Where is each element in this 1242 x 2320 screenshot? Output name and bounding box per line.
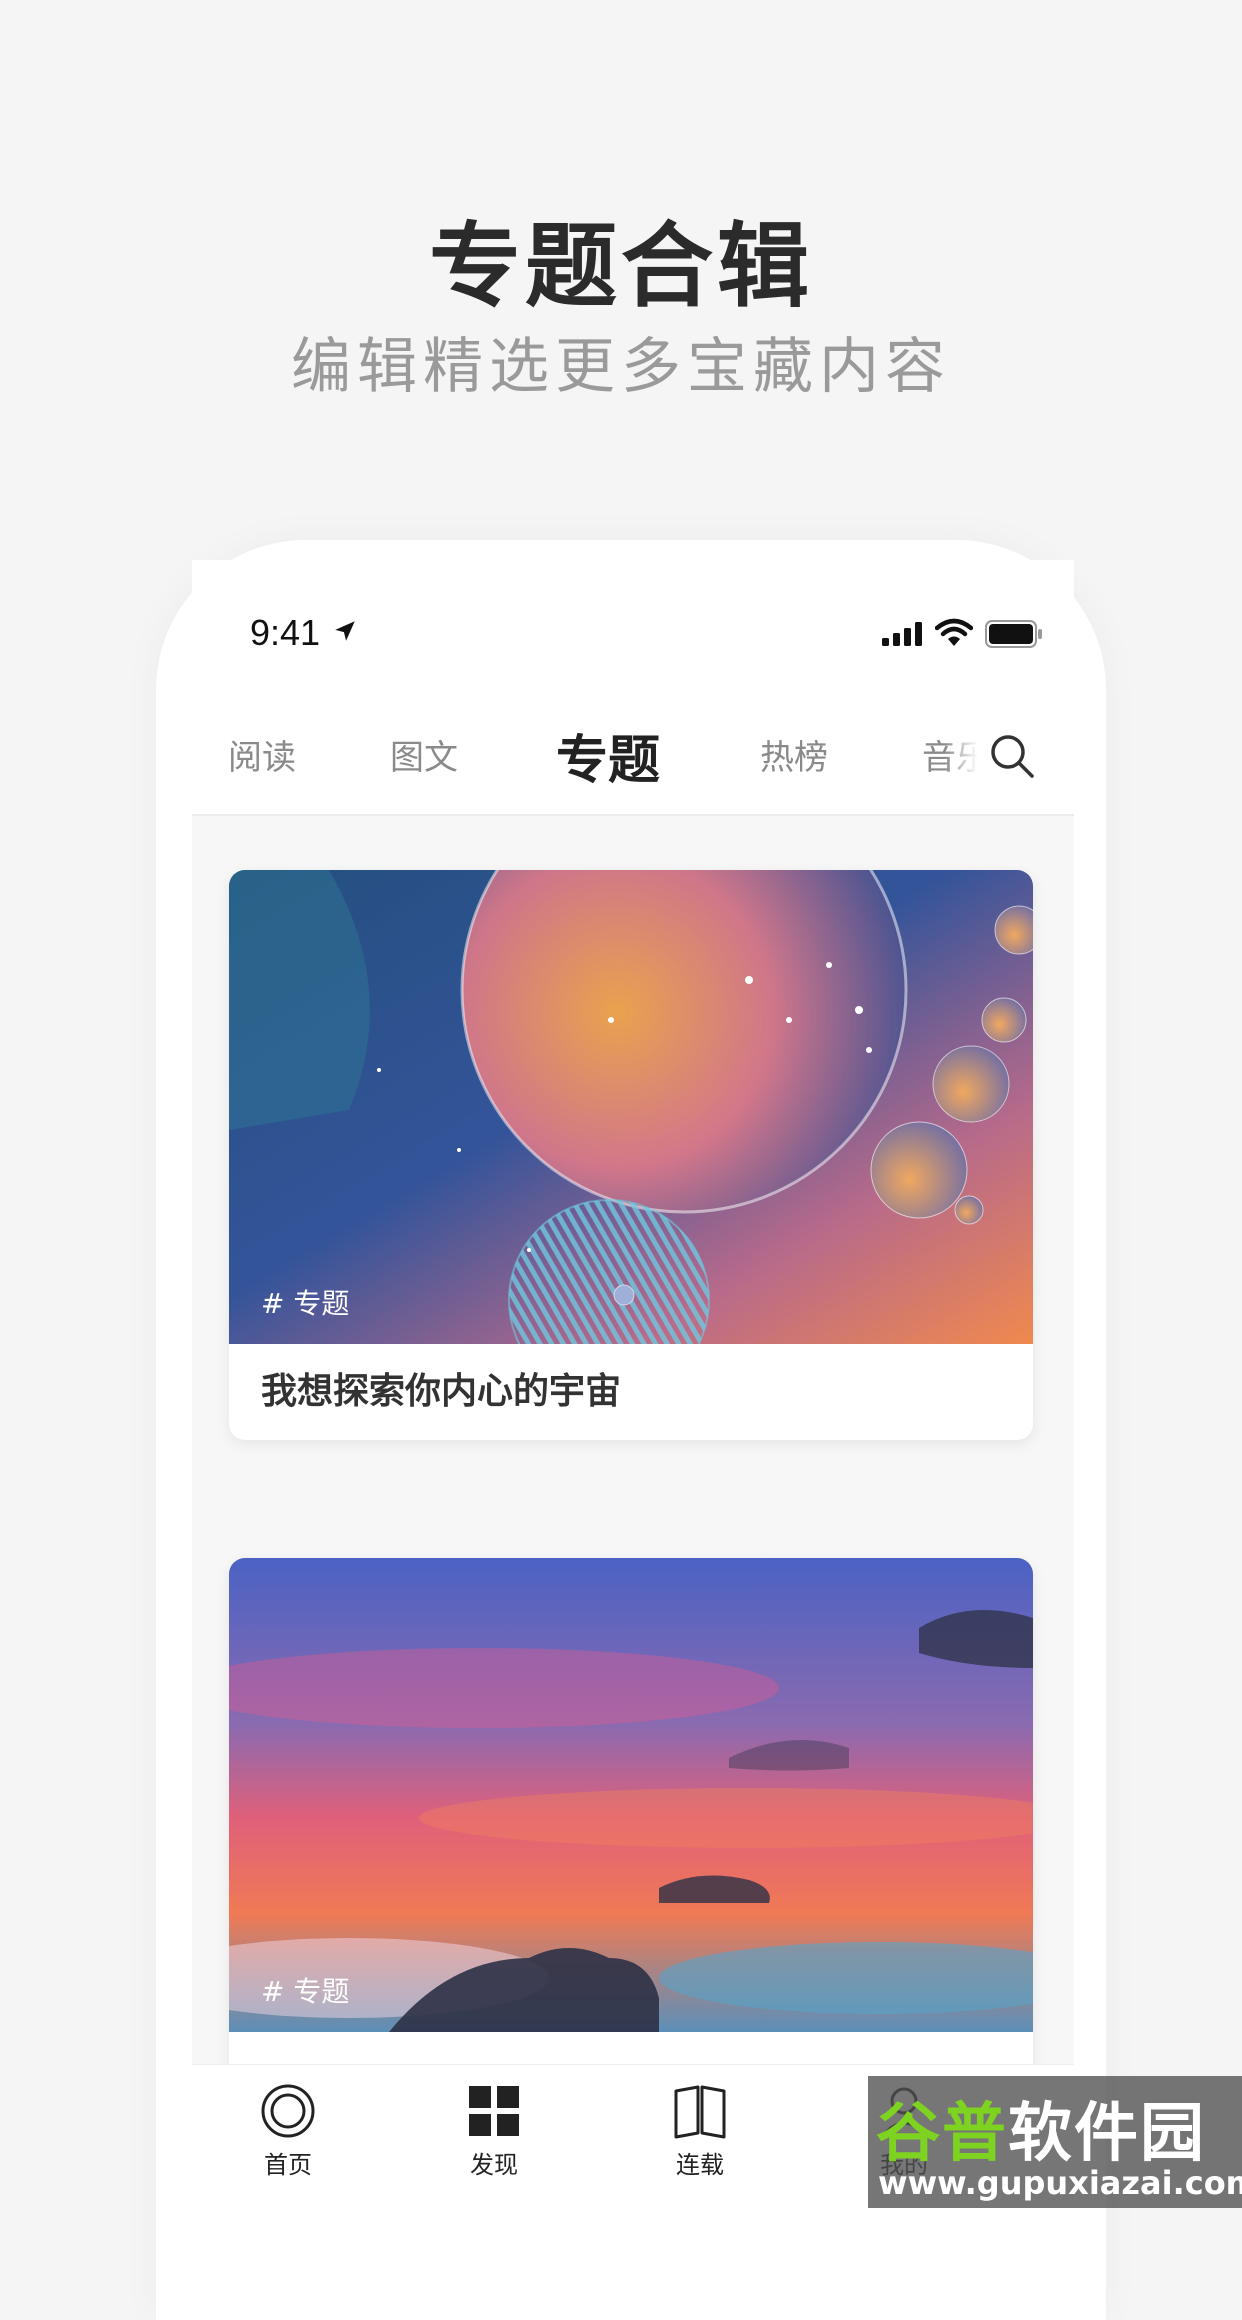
tab-topics[interactable]: 专题 [556, 718, 660, 793]
status-bar: 9:41 [192, 560, 1074, 710]
status-time: 9:41 [250, 612, 321, 653]
bottom-tab-serial[interactable]: 连载 [640, 2083, 760, 2180]
location-arrow-icon [335, 621, 355, 641]
watermark-logo-text: 谷普软件园 [876, 2082, 1206, 2174]
tab-music[interactable]: 音乐 [922, 730, 978, 779]
bottom-tab-label: 发现 [470, 2151, 518, 2179]
space-illustration [229, 870, 1033, 1344]
bottom-tab-home[interactable]: 首页 [228, 2083, 348, 2180]
card-tag: # 专题 [261, 1975, 350, 2008]
topic-feed: # 专题 我想探索你内心的宇宙 # 专题 [192, 816, 1074, 2124]
watermark-white-text: 软件园 [1008, 2097, 1206, 2171]
tab-hot-list[interactable]: 热榜 [760, 730, 828, 779]
topic-card[interactable]: # 专题 我想探索你内心的宇宙 [229, 870, 1033, 1440]
promo-subtitle: 编辑精选更多宝藏内容 [291, 332, 951, 402]
card-cover-space: # 专题 [229, 870, 1033, 1344]
book-icon [674, 2085, 726, 2139]
watermark: 谷普软件园 www.gupuxiazai.com [868, 2076, 1242, 2208]
phone-screen: 9:41 阅读 图文 专题 热榜 音乐 # 专题 我想探索你内心的宇宙 # 专题… [192, 560, 1074, 2208]
bottom-tab-label: 连载 [676, 2151, 724, 2179]
search-icon[interactable] [988, 732, 1036, 780]
grid-icon [469, 2086, 519, 2136]
watermark-url: www.gupuxiazai.com [878, 2164, 1242, 2202]
top-tab-bar: 阅读 图文 专题 热榜 音乐 [192, 710, 1074, 816]
tab-reading[interactable]: 阅读 [228, 730, 296, 779]
card-title: 我想探索你内心的宇宙 [261, 1371, 622, 1412]
sunset-sky-illustration [229, 1558, 1033, 2032]
topic-card[interactable]: # 专题 [229, 1558, 1033, 2124]
bottom-tab-discover[interactable]: 发现 [434, 2083, 554, 2180]
wifi-icon [935, 618, 973, 646]
promo-title: 专题合辑 [428, 213, 813, 320]
watermark-green-text: 谷普 [876, 2097, 1008, 2171]
tab-picture-text[interactable]: 图文 [390, 730, 458, 779]
home-circle-icon [261, 2084, 315, 2138]
battery-icon [985, 620, 1042, 648]
card-tag: # 专题 [261, 1287, 350, 1320]
bottom-tab-label: 首页 [264, 2151, 312, 2179]
signal-icon [882, 622, 922, 646]
card-cover-sunset: # 专题 [229, 1558, 1033, 2032]
